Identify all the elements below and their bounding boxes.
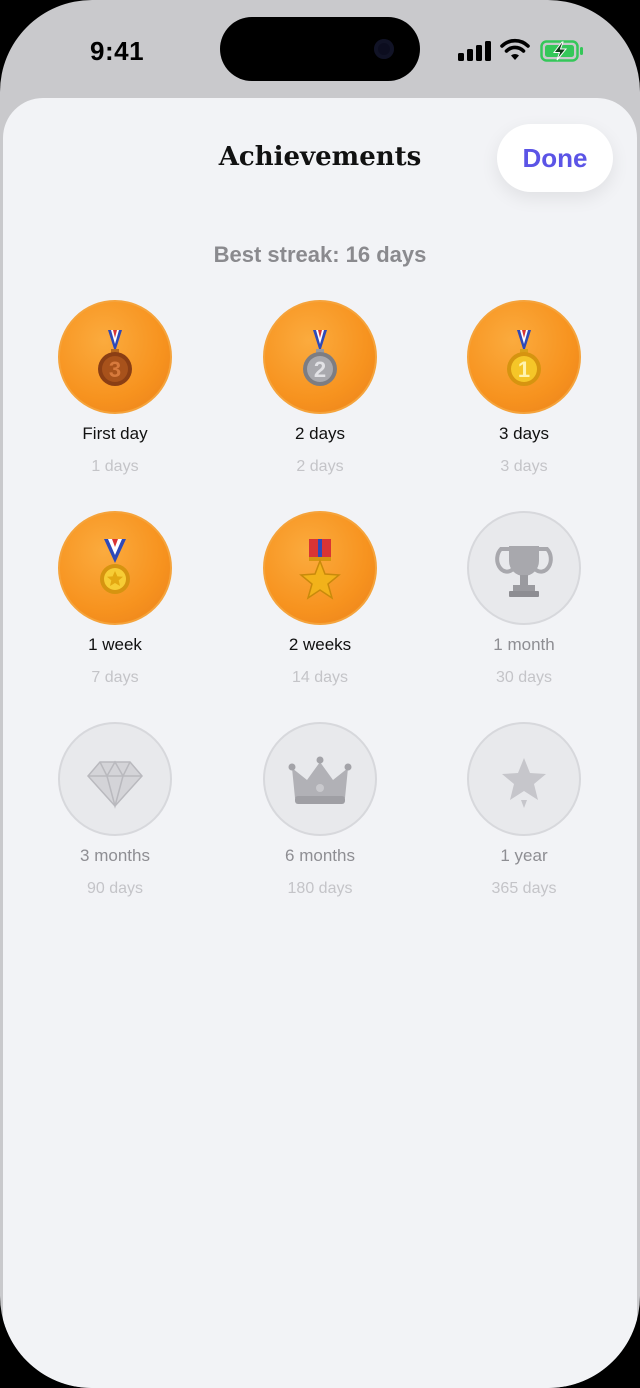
achievement-title: 2 weeks <box>288 635 352 654</box>
achievement-first-day[interactable]: 3 First day 1 days <box>25 300 205 500</box>
svg-text:1: 1 <box>518 357 530 382</box>
svg-text:3: 3 <box>109 357 121 382</box>
best-streak-label: Best streak: 16 days <box>213 242 427 267</box>
achievement-badge-circle <box>263 511 377 625</box>
achievement-3-months[interactable]: 3 months 90 days <box>25 722 205 922</box>
achievement-badge-circle <box>58 511 172 625</box>
cellular-signal-icon <box>458 41 492 61</box>
achievement-title: 1 month <box>493 635 555 654</box>
achievements-sheet: Achievements Done Best streak: 16 days 3 <box>3 98 637 1388</box>
achievement-subtitle: 90 days <box>86 880 144 897</box>
gold-medal-icon: 1 <box>507 330 541 386</box>
wifi-icon <box>500 38 530 60</box>
military-medal-icon <box>299 539 341 600</box>
silver-medal-icon: 2 <box>303 330 337 386</box>
achievement-2-days[interactable]: 2 2 days 2 days <box>230 300 410 500</box>
achievement-title: 3 months <box>80 846 150 865</box>
sports-medal-icon <box>100 539 130 594</box>
achievement-badge-circle: 3 <box>58 300 172 414</box>
glowing-star-icon <box>502 758 546 808</box>
trophy-icon <box>495 546 553 597</box>
achievement-badge-circle <box>263 722 377 836</box>
achievement-badge-circle <box>58 722 172 836</box>
achievement-3-days[interactable]: 1 3 days 3 days <box>434 300 614 500</box>
achievement-subtitle: 7 days <box>91 669 139 686</box>
achievement-title: 6 months <box>285 846 355 865</box>
achievement-2-weeks[interactable]: 2 weeks 14 days <box>230 511 410 711</box>
battery-charging-icon <box>540 40 583 62</box>
phone-screen: 9:41 Achievements Done Best streak: 16 d… <box>0 0 640 1388</box>
achievement-subtitle: 180 days <box>287 880 353 897</box>
status-bar: 9:41 <box>0 0 640 100</box>
achievement-badge-circle: 1 <box>467 300 581 414</box>
achievement-badge-circle: 2 <box>263 300 377 414</box>
achievement-1-month[interactable]: 1 month 30 days <box>434 511 614 711</box>
achievement-title: 3 days <box>498 424 550 443</box>
achievement-badge-circle <box>467 511 581 625</box>
achievement-1-year[interactable]: 1 year 365 days <box>434 722 614 922</box>
achievement-subtitle: 2 days <box>296 458 344 475</box>
dynamic-island <box>220 17 420 81</box>
achievement-title: 1 week <box>88 635 142 654</box>
camera-icon <box>374 39 394 59</box>
done-button[interactable]: Done <box>497 124 613 192</box>
achievement-1-week[interactable]: 1 week 7 days <box>25 511 205 711</box>
achievement-badge-circle <box>467 722 581 836</box>
crown-icon <box>288 756 352 804</box>
bronze-medal-icon: 3 <box>98 330 132 386</box>
gem-icon <box>87 760 143 809</box>
achievement-subtitle: 14 days <box>291 669 349 686</box>
achievement-title: First day <box>82 424 148 443</box>
achievement-subtitle: 30 days <box>495 669 553 686</box>
status-time: 9:41 <box>90 36 145 66</box>
achievement-title: 1 year <box>500 846 548 865</box>
achievement-title: 2 days <box>294 424 346 443</box>
svg-text:2: 2 <box>314 357 326 382</box>
achievement-6-months[interactable]: 6 months 180 days <box>230 722 410 922</box>
achievement-subtitle: 365 days <box>491 880 557 897</box>
achievement-subtitle: 1 days <box>91 458 139 475</box>
achievement-subtitle: 3 days <box>500 458 548 475</box>
